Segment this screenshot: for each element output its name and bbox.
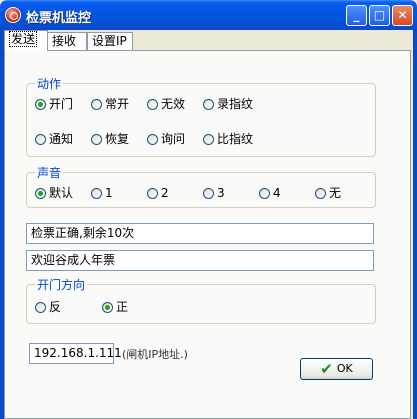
action-group-legend: 动作 bbox=[35, 75, 64, 92]
action-radio-query[interactable]: 询问 bbox=[147, 132, 185, 148]
action-group: 动作 开门 常开 无效 录指纹 通知 恢复 询问 比指纹 bbox=[26, 75, 376, 157]
radio-dot bbox=[203, 99, 214, 110]
sound-radio-4[interactable]: 4 bbox=[259, 186, 281, 202]
radio-dot bbox=[35, 134, 46, 145]
sound-radio-none[interactable]: 无 bbox=[315, 186, 341, 202]
ip-hint: (闸机IP地址.) bbox=[122, 348, 188, 361]
direction-radio-reverse[interactable]: 反 bbox=[35, 300, 61, 316]
action-radio-restore[interactable]: 恢复 bbox=[91, 132, 129, 148]
sound-radio-3[interactable]: 3 bbox=[203, 186, 225, 202]
radio-dot bbox=[91, 188, 102, 199]
radio-dot bbox=[147, 188, 158, 199]
radio-dot bbox=[91, 99, 102, 110]
action-radio-record-fingerprint[interactable]: 录指纹 bbox=[203, 97, 253, 113]
direction-group-legend: 开门方向 bbox=[35, 276, 88, 293]
window-title: 检票机监控 bbox=[26, 11, 92, 26]
radio-dot bbox=[35, 188, 46, 199]
direction-group: 开门方向 反 正 bbox=[26, 276, 376, 324]
message-line1-input[interactable]: 检票正确,剩余10次 bbox=[26, 223, 374, 244]
minimize-button[interactable]: _ bbox=[346, 5, 367, 26]
radio-dot bbox=[35, 99, 46, 110]
action-radio-invalid[interactable]: 无效 bbox=[147, 97, 185, 113]
radio-dot bbox=[147, 134, 158, 145]
radio-dot bbox=[259, 188, 270, 199]
radio-dot bbox=[102, 302, 113, 313]
radio-dot bbox=[35, 302, 46, 313]
message-line2-input[interactable]: 欢迎谷成人年票 bbox=[26, 250, 374, 271]
sound-radio-2[interactable]: 2 bbox=[147, 186, 169, 202]
radio-dot bbox=[91, 134, 102, 145]
tab-send[interactable]: 发送 bbox=[4, 30, 48, 51]
ip-address-input[interactable]: 192.168.1.111 bbox=[29, 343, 122, 364]
sound-radio-default[interactable]: 默认 bbox=[35, 186, 73, 202]
action-radio-always-open[interactable]: 常开 bbox=[91, 97, 129, 113]
action-radio-notify[interactable]: 通知 bbox=[35, 132, 73, 148]
radio-dot bbox=[147, 99, 158, 110]
radio-dot bbox=[203, 134, 214, 145]
window-frame-right bbox=[413, 30, 417, 419]
main-window: 检票机监控 _ □ ✕ 动作 开门 常开 无效 录指纹 通知 恢复 询问 比指纹… bbox=[0, 0, 417, 419]
sound-group-legend: 声音 bbox=[35, 164, 64, 181]
sound-group: 声音 默认 1 2 3 4 无 bbox=[26, 164, 376, 208]
close-button[interactable]: ✕ bbox=[392, 5, 413, 26]
direction-radio-forward[interactable]: 正 bbox=[102, 300, 128, 316]
tab-receive[interactable]: 接收 bbox=[47, 32, 87, 50]
sound-radio-1[interactable]: 1 bbox=[91, 186, 113, 202]
radio-dot bbox=[315, 188, 326, 199]
checkmark-icon: ✔ bbox=[320, 360, 333, 378]
ok-button[interactable]: ✔ OK bbox=[300, 358, 373, 380]
action-radio-compare-fingerprint[interactable]: 比指纹 bbox=[203, 132, 253, 148]
app-icon[interactable] bbox=[5, 7, 21, 23]
action-radio-open[interactable]: 开门 bbox=[35, 97, 73, 113]
tab-set-ip[interactable]: 设置IP bbox=[87, 32, 133, 50]
title-bar[interactable]: 检票机监控 _ □ ✕ bbox=[0, 0, 417, 30]
maximize-button[interactable]: □ bbox=[369, 5, 390, 26]
radio-dot bbox=[203, 188, 214, 199]
